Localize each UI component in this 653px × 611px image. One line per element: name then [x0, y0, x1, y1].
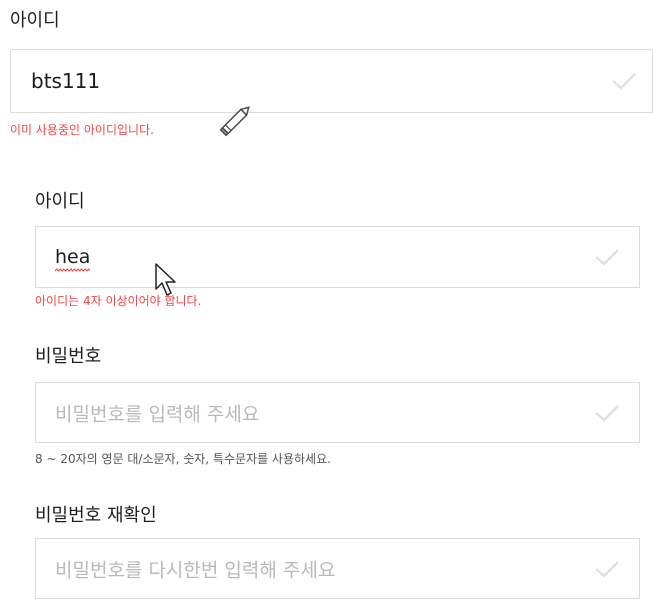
check-icon: [595, 560, 619, 577]
password-help: 8 ~ 20자의 영문 대/소문자, 숫자, 특수문자를 사용하세요.: [35, 452, 331, 466]
pencil-cursor-icon: [219, 106, 250, 137]
password-confirm-input-placeholder[interactable]: 비밀번호를 다시한번 입력해 주세요: [55, 555, 335, 582]
password-label: 비밀번호: [35, 346, 102, 367]
username-input-value[interactable]: hea: [55, 246, 91, 272]
password-confirm-field[interactable]: 비밀번호를 다시한번 입력해 주세요: [35, 538, 640, 599]
password-confirm-label: 비밀번호 재확인: [35, 505, 157, 526]
username-top-error: 이미 사용중인 아이디입니다.: [10, 123, 154, 137]
check-icon: [595, 249, 619, 266]
username-label: 아이디: [35, 191, 85, 212]
username-top-input-value[interactable]: bts111: [31, 69, 100, 93]
arrow-cursor-icon: [155, 263, 176, 296]
spellcheck-underline: [55, 268, 91, 272]
check-icon: [612, 73, 636, 90]
check-icon: [595, 404, 619, 421]
password-input-placeholder[interactable]: 비밀번호를 입력해 주세요: [55, 399, 259, 426]
username-top-label: 아이디: [10, 10, 60, 31]
password-field[interactable]: 비밀번호를 입력해 주세요: [35, 382, 640, 443]
username-field[interactable]: hea: [35, 226, 640, 288]
username-top-field[interactable]: bts111: [10, 49, 653, 113]
